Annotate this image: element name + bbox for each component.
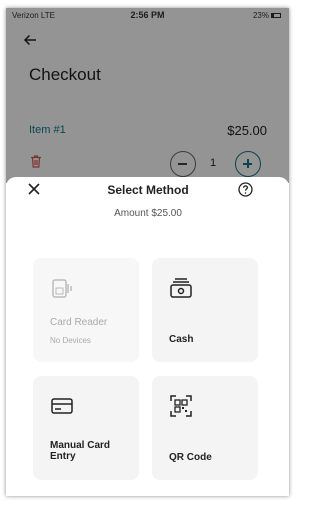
help-icon[interactable] — [238, 182, 253, 197]
qr-code-title: QR Code — [169, 452, 212, 463]
amount-label: Amount $25.00 — [114, 208, 182, 219]
modal-overlay[interactable] — [6, 8, 289, 183]
manual-card-entry-title: Manual Card Entry — [50, 440, 111, 462]
manual-card-entry-option[interactable]: Manual Card Entry — [33, 376, 139, 480]
card-reader-option[interactable]: Card Reader No Devices — [33, 258, 139, 362]
card-reader-title: Card Reader — [50, 317, 108, 328]
credit-card-icon — [51, 398, 73, 414]
qr-code-option[interactable]: QR Code — [152, 376, 258, 480]
qr-code-icon — [170, 395, 192, 417]
cash-option[interactable]: Cash — [152, 258, 258, 362]
card-reader-status: No Devices — [50, 336, 91, 345]
card-reader-icon — [52, 279, 72, 298]
cash-title: Cash — [169, 334, 194, 345]
cash-icon — [170, 278, 192, 298]
